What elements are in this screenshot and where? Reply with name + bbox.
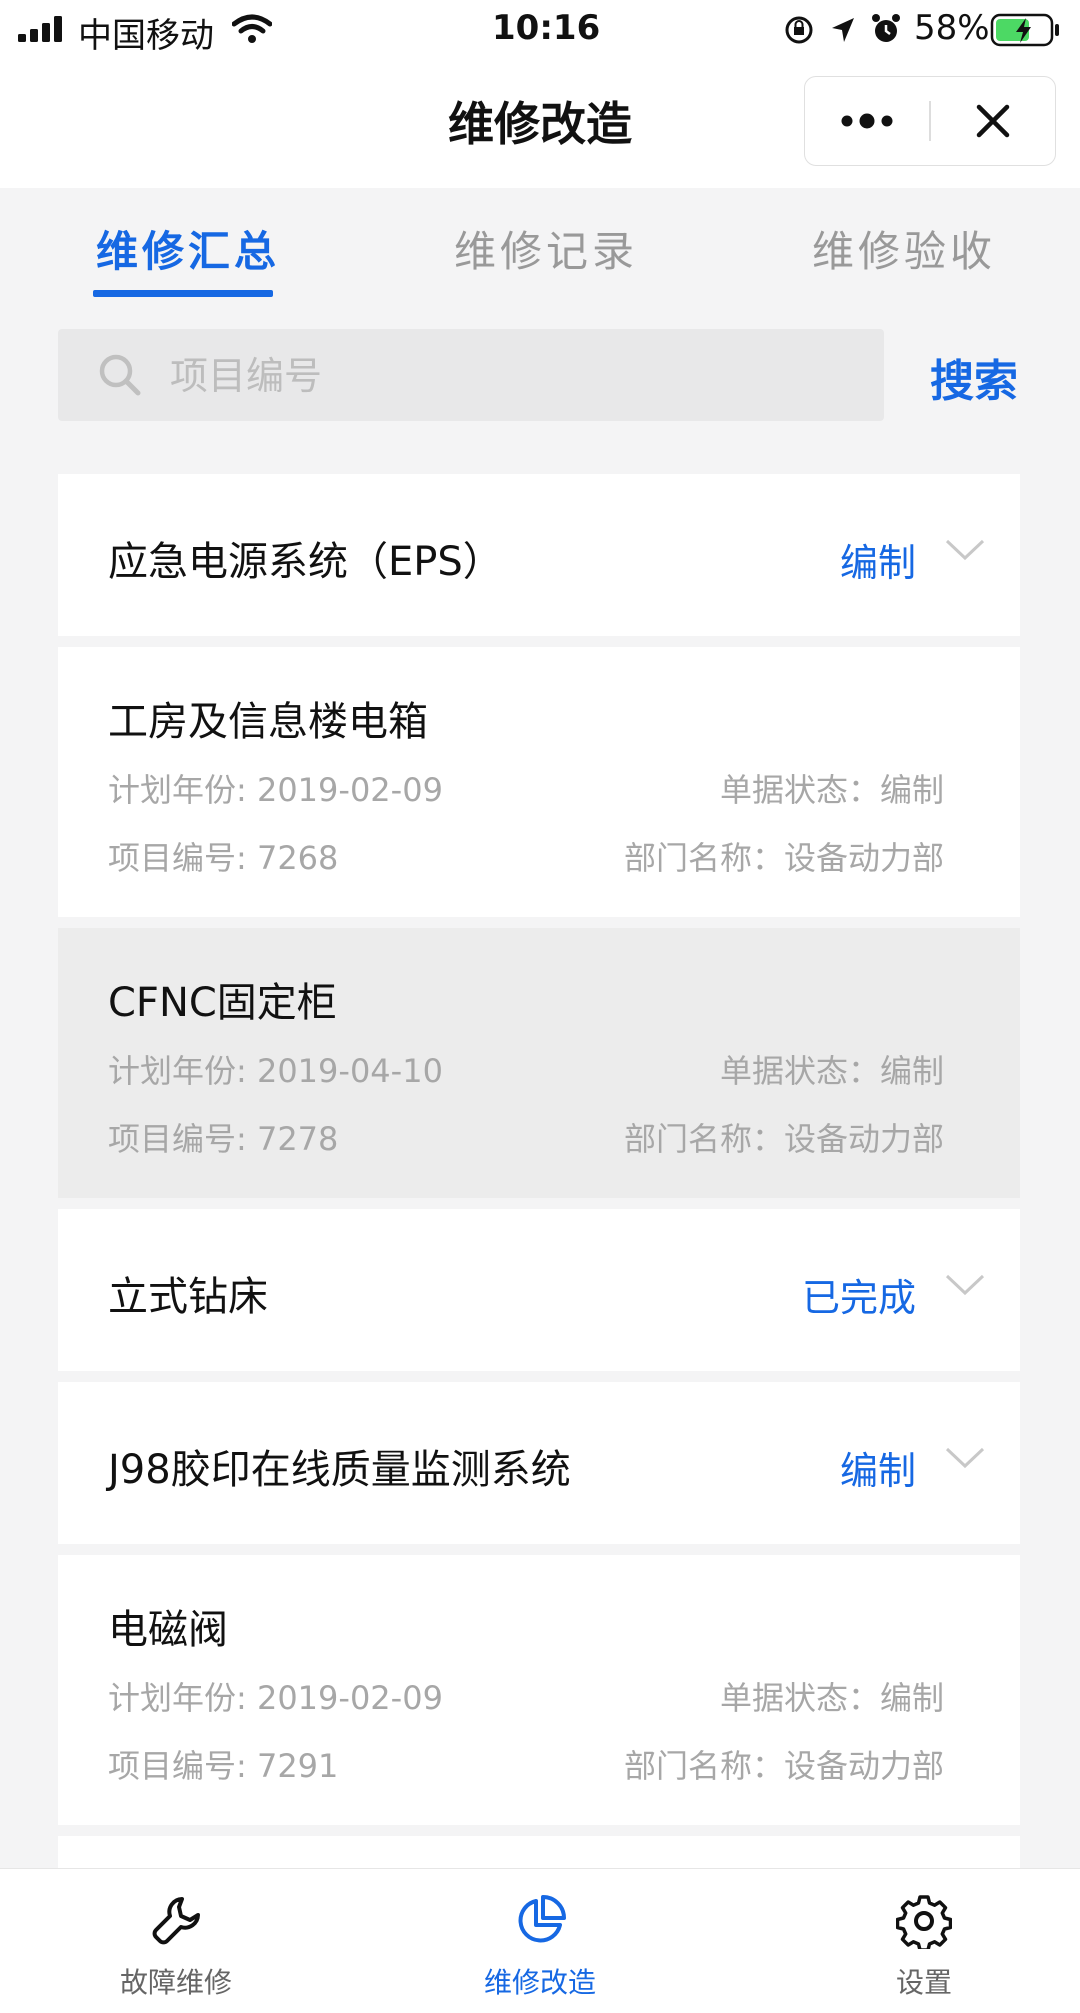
pie-chart-icon: [518, 1895, 566, 1943]
plan-year: 计划年份: 2019-02-09: [108, 771, 443, 809]
department-name: 部门名称：设备动力部: [623, 1747, 944, 1785]
project-number: 项目编号: 7268: [108, 839, 339, 877]
search-input[interactable]: [168, 347, 852, 405]
document-status: 单据状态：编制: [719, 1052, 944, 1090]
item-title: 应急电源系统（EPS）: [108, 539, 503, 585]
gear-icon: [896, 1895, 952, 1949]
project-number: 项目编号: 7291: [108, 1747, 339, 1785]
department-name: 部门名称：设备动力部: [623, 1120, 944, 1158]
list-item[interactable]: 工房及信息楼电箱 计划年份: 2019-02-09 单据状态：编制 项目编号: …: [58, 647, 1020, 917]
tabbar-label: 故障维修: [119, 1966, 232, 1999]
battery-charging-icon: [990, 13, 1059, 47]
plan-year: 计划年份: 2019-02-09: [108, 1679, 443, 1717]
more-dots-icon: [841, 113, 893, 128]
status-badge: 编制: [839, 1449, 916, 1493]
chevron-down-icon[interactable]: [944, 538, 986, 562]
item-title: CFNC固定柜: [108, 980, 337, 1026]
wrench-icon: [152, 1897, 200, 1945]
search-icon: [99, 354, 141, 396]
item-title: 立式钻床: [108, 1274, 268, 1320]
status-badge: 已完成: [801, 1276, 916, 1320]
tabbar-label: 设置: [895, 1966, 952, 1999]
list-item[interactable]: 立式钻床 已完成: [58, 1209, 1020, 1371]
bottom-tab-bar: 故障维修 维修改造 设置: [0, 1868, 1080, 2013]
list-item[interactable]: CFNC固定柜 计划年份: 2019-04-10 单据状态：编制 项目编号: 7…: [58, 928, 1020, 1198]
close-icon: [976, 104, 1010, 137]
list-item[interactable]: J98胶印在线质量监测系统 编制: [58, 1382, 1020, 1544]
item-title: 电磁阀: [108, 1607, 228, 1653]
search-box: [58, 329, 884, 421]
tabbar-label: 维修改造: [483, 1966, 596, 1999]
chevron-down-icon[interactable]: [944, 1273, 986, 1297]
document-status: 单据状态：编制: [719, 1679, 944, 1717]
item-title: J98胶印在线质量监测系统: [108, 1447, 571, 1493]
more-button[interactable]: [805, 77, 929, 164]
alarm-icon: [872, 14, 900, 42]
tabbar-item-repair[interactable]: 故障维修: [56, 1869, 296, 2013]
plan-year: 计划年份: 2019-04-10: [108, 1052, 443, 1090]
project-number: 项目编号: 7278: [108, 1120, 339, 1158]
tab-summary[interactable]: 维修汇总: [96, 218, 280, 279]
chevron-down-icon[interactable]: [944, 1446, 986, 1470]
status-bar: 中国移动 10:16 58%: [0, 0, 1080, 60]
carrier-name: 中国移动: [78, 16, 214, 56]
department-name: 部门名称：设备动力部: [623, 839, 944, 877]
tab-bar: 维修汇总 维修记录 维修验收: [0, 188, 1080, 300]
nav-bar: 维修改造: [0, 60, 1080, 188]
list-item[interactable]: 应急电源系统（EPS） 编制: [58, 474, 1020, 636]
item-title: 工房及信息楼电箱: [108, 699, 428, 745]
tab-acceptance[interactable]: 维修验收: [812, 218, 996, 279]
list-item[interactable]: 电磁阀 计划年份: 2019-02-09 单据状态：编制 项目编号: 7291 …: [58, 1555, 1020, 1825]
close-button[interactable]: [931, 77, 1055, 164]
document-status: 单据状态：编制: [719, 771, 944, 809]
battery-percent: 58%: [914, 8, 990, 48]
signal-icon: [18, 16, 62, 42]
active-tab-indicator: [93, 290, 273, 297]
search-button[interactable]: 搜索: [930, 345, 1018, 409]
tabbar-item-renovation[interactable]: 维修改造: [420, 1869, 660, 2013]
orientation-lock-icon: [785, 16, 813, 44]
tab-records[interactable]: 维修记录: [454, 218, 638, 279]
status-badge: 编制: [839, 541, 916, 585]
clock-time: 10:16: [492, 8, 601, 48]
location-arrow-icon: [832, 18, 854, 42]
miniprogram-capsule: [804, 76, 1056, 166]
tabbar-item-settings[interactable]: 设置: [804, 1869, 1044, 2013]
wifi-icon: [232, 14, 272, 43]
